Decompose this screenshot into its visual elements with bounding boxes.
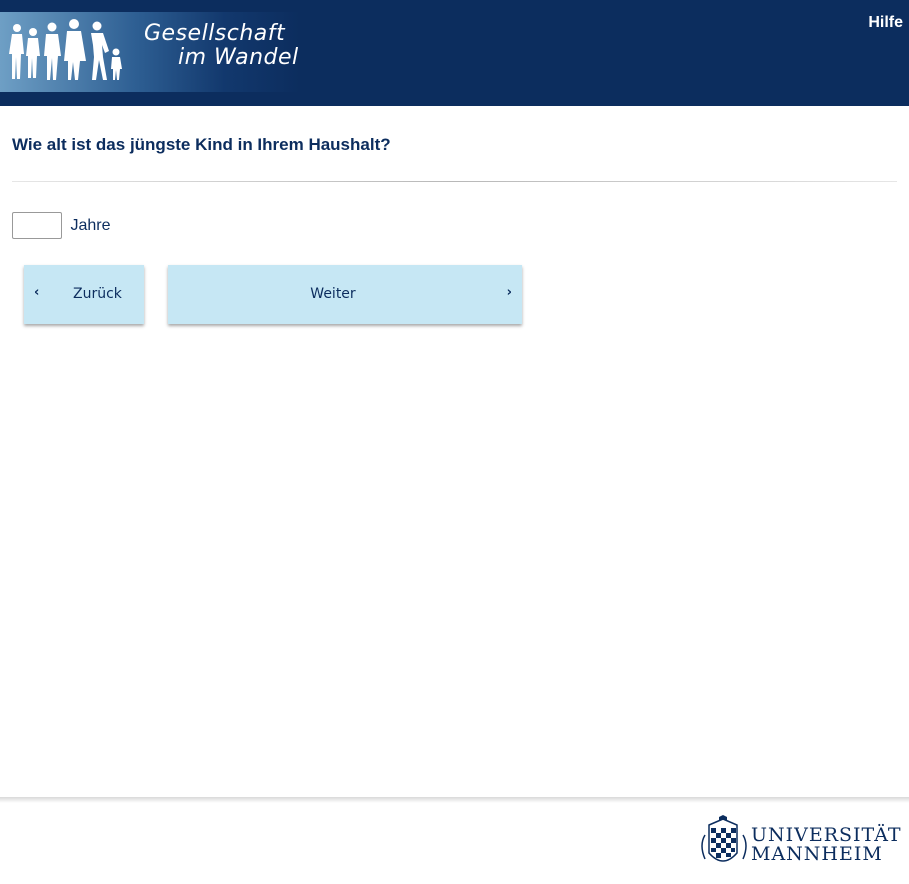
- university-crest-icon: [701, 815, 747, 862]
- divider: [12, 181, 897, 182]
- back-button[interactable]: ‹ Zurück: [24, 265, 144, 324]
- help-link[interactable]: Hilfe: [868, 14, 903, 32]
- chevron-left-icon: ‹: [34, 285, 40, 300]
- footer-divider: [0, 797, 909, 803]
- next-button[interactable]: Weiter ›: [168, 265, 522, 324]
- chevron-right-icon: ›: [506, 285, 512, 300]
- logo-text: Gesellschaft im Wandel: [144, 22, 299, 70]
- university-name: UNIVERSITÄT MANNHEIM: [751, 826, 902, 864]
- university-mannheim-logo: UNIVERSITÄT MANNHEIM: [697, 815, 902, 873]
- age-input[interactable]: [12, 212, 62, 239]
- back-button-label: Zurück: [73, 286, 122, 302]
- header-bar: Gesellschaft im Wandel Hilfe: [0, 0, 909, 106]
- gesellschaft-im-wandel-logo: Gesellschaft im Wandel: [0, 12, 300, 92]
- university-name-line-2: MANNHEIM: [751, 843, 883, 865]
- question-text: Wie alt ist das jüngste Kind in Ihrem Ha…: [12, 135, 391, 154]
- unit-label: Jahre: [70, 216, 111, 234]
- logo-line-1: Gesellschaft: [144, 21, 286, 46]
- next-button-label: Weiter: [310, 286, 356, 302]
- answer-row: Jahre: [12, 212, 110, 239]
- logo-line-2: im Wandel: [178, 45, 299, 70]
